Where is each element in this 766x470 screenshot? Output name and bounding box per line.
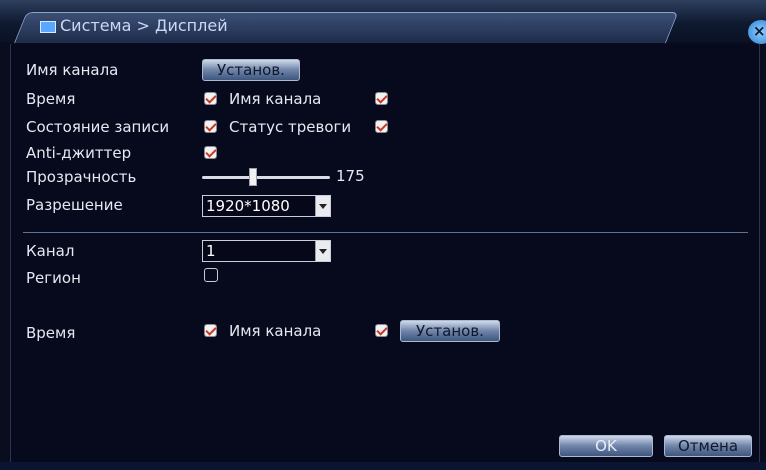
channel-label: Канал — [26, 242, 75, 260]
transparency-value: 175 — [336, 167, 365, 185]
anti-jitter-checkbox[interactable] — [204, 146, 217, 159]
transparency-slider-thumb[interactable] — [249, 168, 257, 186]
channel-select-value: 1 — [206, 242, 216, 260]
channel-set-button[interactable]: Установ. — [400, 320, 500, 342]
time-checkbox[interactable] — [204, 92, 217, 105]
cancel-button[interactable]: Отмена — [664, 435, 752, 457]
channel-name-label: Имя канала — [26, 61, 119, 79]
resolution-select-value: 1920*1080 — [206, 197, 290, 215]
display-settings-window: Система > Дисплей × Имя канала Установ. … — [0, 0, 766, 470]
channel-time-label: Время — [26, 324, 76, 342]
ok-button[interactable]: OK — [559, 435, 653, 457]
section-divider — [23, 232, 748, 233]
time-channel-name-label: Имя канала — [229, 90, 322, 108]
window-title: Система > Дисплей — [60, 16, 228, 35]
channel-name-label-2: Имя канала — [229, 322, 322, 340]
title-bar: Система > Дисплей × — [0, 0, 766, 44]
region-label: Регион — [26, 269, 81, 287]
settings-panel: Имя канала Установ. Время Имя канала Сос… — [10, 44, 760, 462]
channel-select[interactable]: 1 — [202, 240, 331, 262]
record-status-checkbox[interactable] — [204, 120, 217, 133]
transparency-slider-track[interactable] — [202, 176, 330, 179]
resolution-label: Разрешение — [26, 196, 123, 214]
time-label: Время — [26, 90, 76, 108]
transparency-label: Прозрачность — [26, 168, 137, 186]
time-channel-name-checkbox[interactable] — [375, 92, 388, 105]
chevron-down-icon[interactable] — [315, 241, 330, 261]
chevron-down-icon[interactable] — [315, 196, 330, 216]
monitor-icon — [40, 21, 56, 33]
anti-jitter-label: Anti-джиттер — [26, 144, 132, 162]
alarm-status-checkbox[interactable] — [375, 120, 388, 133]
close-button[interactable]: × — [748, 20, 766, 44]
alarm-status-label: Статус тревоги — [229, 118, 352, 136]
channel-time-checkbox[interactable] — [204, 324, 217, 337]
region-checkbox[interactable] — [204, 268, 218, 282]
bottom-strip — [0, 462, 766, 470]
channel-name-set-button[interactable]: Установ. — [202, 59, 300, 81]
record-status-label: Состояние записи — [26, 118, 170, 136]
channel-name-checkbox-2[interactable] — [375, 324, 388, 337]
resolution-select[interactable]: 1920*1080 — [202, 195, 331, 217]
